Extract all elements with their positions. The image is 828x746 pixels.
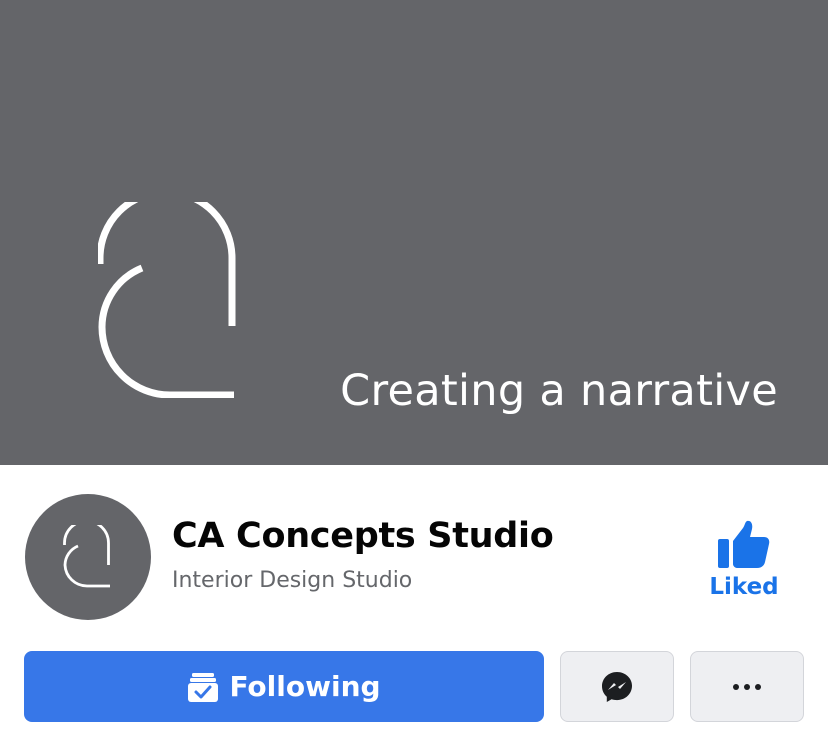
following-label: Following [229, 670, 381, 703]
following-button[interactable]: Following [24, 651, 544, 722]
cover-tagline: Creating a narrative [340, 366, 778, 416]
profile-avatar[interactable] [25, 494, 151, 620]
more-options-button[interactable] [690, 651, 804, 722]
page-name: CA Concepts Studio [172, 516, 554, 556]
liked-label: Liked [709, 574, 779, 600]
ca-monogram-icon [63, 525, 110, 588]
cover-photo[interactable]: Creating a narrative [0, 0, 828, 465]
more-dots-icon [733, 683, 761, 690]
messenger-icon [602, 671, 632, 702]
page-category: Interior Design Studio [172, 568, 413, 593]
thumbs-up-icon [718, 520, 770, 568]
liked-button[interactable]: Liked [696, 520, 792, 612]
ca-monogram-icon [98, 202, 236, 398]
inbox-check-icon [188, 672, 219, 702]
messenger-button[interactable] [560, 651, 674, 722]
